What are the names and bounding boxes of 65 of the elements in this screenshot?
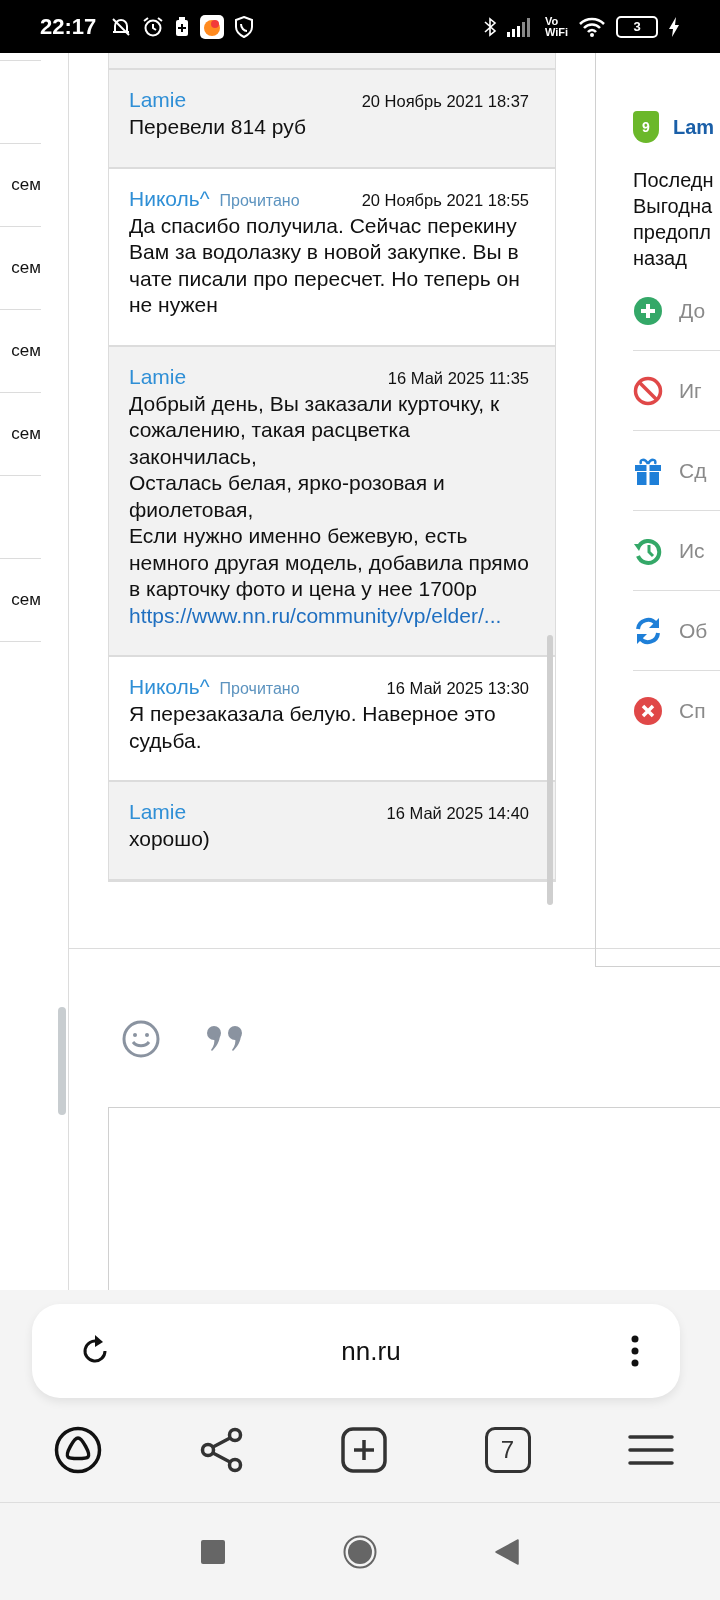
block-icon (633, 375, 663, 406)
wifi-icon (578, 15, 606, 38)
message-text: Добрый день, Вы заказали курточку, к сожалению, такая расцветка закончилась, Осталась белая, ярко-розовая и фиолетовая, Если нужно именно бежевую, есть немного другая модель, добавила прямо в карточку фото и цена у нее 1700р (129, 390, 529, 602)
recipient-label: сем (11, 341, 41, 361)
scrollbar-thumb[interactable] (547, 635, 553, 905)
alarm-icon (142, 15, 165, 38)
shield-icon (234, 15, 255, 38)
recipient-label: сем (11, 424, 41, 444)
author-link[interactable]: Lamie (129, 88, 187, 112)
url-text: nn.ru (341, 1335, 401, 1367)
author-link[interactable]: Lamie (129, 364, 187, 389)
message-date: 16 Май 2025 11:35 (387, 368, 529, 388)
profile-text: Последн (633, 168, 715, 193)
message-date: 16 Май 2025 14:40 (386, 804, 529, 823)
recipient-label: сем (11, 590, 41, 610)
action-item[interactable]: Сд (633, 431, 720, 511)
author-link[interactable]: Николь^ (129, 186, 210, 211)
quote-icon[interactable] (206, 1025, 244, 1053)
menu-icon[interactable] (628, 1434, 674, 1466)
recipient-label: сем (11, 175, 41, 195)
message-text: Перевели 814 руб (129, 114, 307, 140)
message-text: Я перезаказала белую. Наверное это судьба. (129, 701, 497, 754)
read-status: Прочитано (219, 191, 300, 210)
tabs-button[interactable]: 7 (484, 1427, 531, 1473)
recents-icon[interactable] (201, 1539, 225, 1564)
action-item[interactable]: Об (633, 591, 720, 671)
add-icon (633, 295, 663, 326)
message-date: 20 Ноябрь 2021 18:37 (361, 92, 529, 111)
action-item[interactable]: Иг (633, 351, 720, 431)
action-item[interactable]: До (633, 271, 720, 351)
refresh-icon (633, 615, 663, 646)
message-link[interactable]: https://www.nn.ru/community/vp/elder/... (129, 602, 529, 629)
message-date: 20 Ноябрь 2021 18:55 (361, 190, 529, 210)
author-link[interactable]: Lamie (129, 800, 187, 824)
app-icon (200, 14, 225, 39)
profile-text: предопл (633, 220, 712, 245)
recipient-label: сем (11, 258, 41, 278)
message-text: хорошо) (129, 826, 211, 852)
cancel-icon (633, 695, 663, 726)
home-icon[interactable] (343, 1534, 377, 1569)
vowifi-label: WiFi (544, 26, 568, 38)
profile-text: Выгодна (633, 194, 714, 219)
message-text: Да спасибо получила. Сейчас перекину Вам за водолазку в новой закупке. Вы в чате писали про пересчет. Но теперь он не нужен (129, 212, 521, 318)
author-link[interactable]: Николь^ (129, 675, 210, 699)
share-icon[interactable] (199, 1427, 244, 1473)
battery-saver-icon (174, 15, 191, 38)
new-tab-icon[interactable] (341, 1427, 387, 1473)
rating-badge: 9 (633, 111, 659, 143)
more-icon[interactable] (630, 1334, 640, 1368)
action-item[interactable]: Сп (633, 671, 720, 750)
address-bar[interactable]: nn.ru (32, 1304, 680, 1398)
clock-time: 22:17 (40, 13, 97, 40)
emoji-icon[interactable] (122, 1020, 160, 1058)
charging-icon (668, 15, 680, 38)
vowifi-label: Vo (544, 15, 560, 27)
assistant-icon[interactable] (54, 1426, 102, 1474)
battery-icon: 3 (616, 15, 658, 38)
read-status: Прочитано (219, 680, 300, 698)
scrollbar-thumb[interactable] (58, 1007, 66, 1115)
message-date: 16 Май 2025 13:30 (386, 679, 529, 698)
bluetooth-icon (482, 15, 497, 38)
user-name-link[interactable]: Lam (673, 115, 715, 139)
action-item[interactable]: Ис (633, 511, 720, 591)
profile-text: назад (633, 246, 688, 271)
back-icon[interactable] (495, 1538, 519, 1565)
